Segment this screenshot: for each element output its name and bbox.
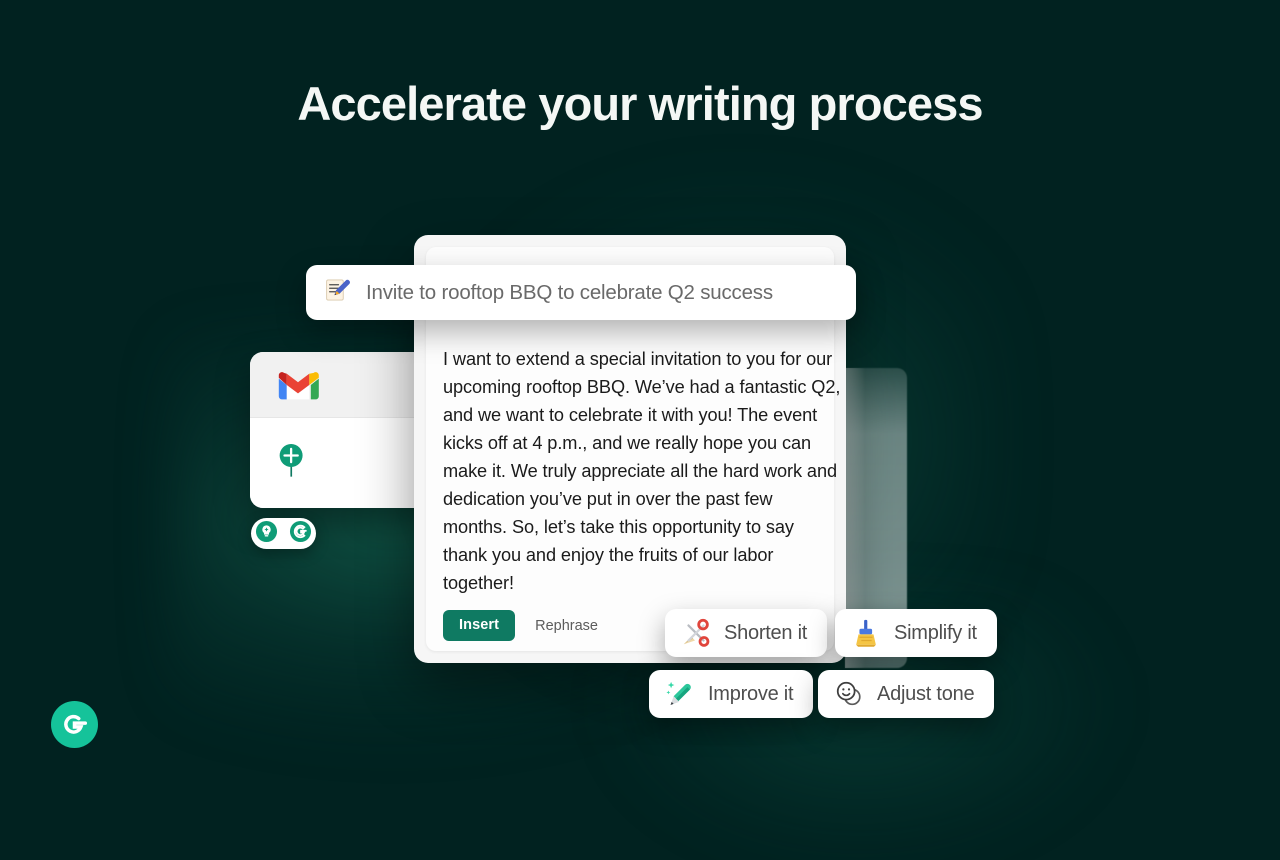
grammarly-g-icon[interactable] [289, 520, 312, 548]
scissors-icon [681, 618, 711, 648]
sparkle-crayon-icon [665, 679, 695, 709]
chip-simplify-it[interactable]: Simplify it [835, 609, 997, 657]
chip-label: Shorten it [724, 621, 808, 644]
chip-label: Simplify it [894, 621, 977, 644]
chip-label: Adjust tone [877, 682, 975, 705]
grammarly-logo[interactable] [51, 701, 98, 748]
prompt-input-bar[interactable]: Invite to rooftop BBQ to celebrate Q2 su… [306, 265, 856, 320]
chip-adjust-tone[interactable]: Adjust tone [818, 670, 995, 718]
insert-button[interactable]: Insert [443, 610, 516, 641]
broom-icon [851, 618, 881, 648]
assistant-card-actions: Insert Rephrase [443, 610, 600, 641]
memo-pen-icon [324, 276, 352, 309]
prompt-text: Invite to rooftop BBQ to celebrate Q2 su… [366, 280, 773, 304]
chip-shorten-it[interactable]: Shorten it [665, 609, 828, 657]
gmail-logo-icon [277, 369, 319, 401]
lightbulb-icon[interactable] [255, 520, 278, 548]
green-pin-icon [277, 444, 307, 482]
smiley-faces-icon [834, 679, 864, 709]
grammarly-mini-toolbar[interactable] [251, 518, 316, 549]
chip-label: Improve it [708, 682, 794, 705]
hero-stage: Accelerate your writing process I want t… [0, 0, 1280, 860]
chip-improve-it[interactable]: Improve it [649, 670, 814, 718]
page-title: Accelerate your writing process [297, 77, 983, 130]
generated-text: I want to extend a special invitation to… [443, 349, 841, 593]
rephrase-button[interactable]: Rephrase [533, 614, 600, 638]
